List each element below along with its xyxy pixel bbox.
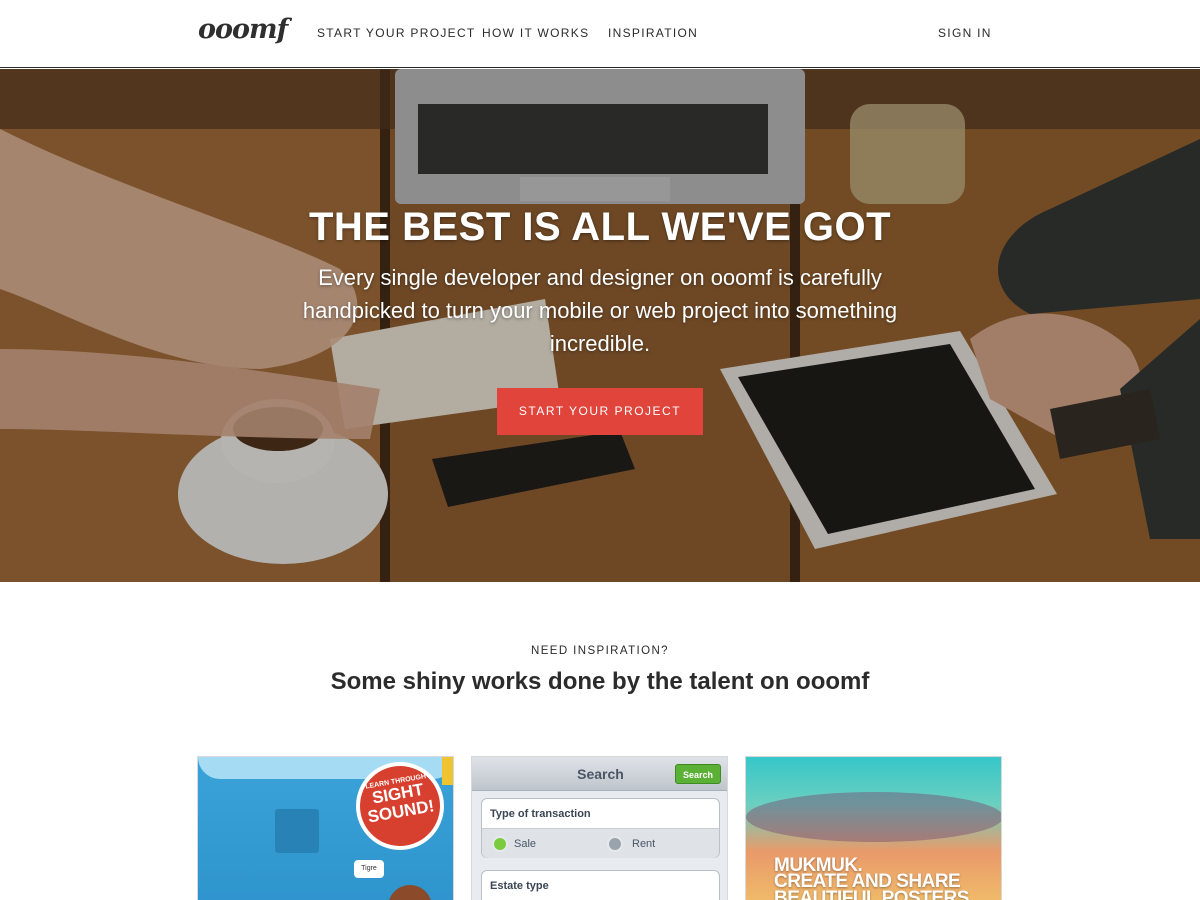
start-your-project-button[interactable]: START YOUR PROJECT [497,388,703,435]
work-card-search-app[interactable]: Search Search Type of transaction Sale R… [471,756,728,900]
poster-line-3: BEAUTIFUL POSTERS [774,888,969,900]
nav-how-it-works[interactable]: HOW IT WORKS [482,26,589,40]
top-nav: ooomf START YOUR PROJECT HOW IT WORKS IN… [0,0,1200,68]
character-illustration [388,885,432,900]
nav-start-your-project[interactable]: START YOUR PROJECT [317,26,476,40]
transaction-type-group: Type of transaction Sale Rent [481,798,720,858]
tile-decoration [275,809,319,853]
hero-subtitle: Every single developer and designer on o… [302,265,898,356]
option-rent: Rent [632,838,656,850]
estate-type-group: Estate type [481,870,720,900]
transaction-options: Sale Rent [482,828,719,858]
radio-selected-icon [492,836,508,852]
option-sale: Sale [514,838,537,850]
ribbon-decoration [442,757,453,785]
radio-unselected-icon [607,836,623,852]
logo[interactable]: ooomf [198,14,288,45]
nav-sign-in[interactable]: SIGN IN [938,26,992,40]
sunset-clouds [746,792,1001,842]
hero: THE BEST IS ALL WE'VE GOT Every single d… [0,69,1200,582]
nav-inspiration[interactable]: INSPIRATION [608,26,698,40]
work-card-mukmuk[interactable]: MUKMUK. CREATE AND SHARE BEAUTIFUL POSTE… [745,756,1002,900]
transaction-type-label: Type of transaction [490,808,591,820]
inspiration-title: Some shiny works done by the talent on o… [330,668,870,695]
sight-sound-badge: LEARN THROUGH SIGHT SOUND! [353,759,447,853]
speech-bubble: Tigre [354,860,384,878]
hero-title: THE BEST IS ALL WE'VE GOT [308,205,892,249]
inspiration-eyebrow: NEED INSPIRATION? [531,645,669,657]
app-search-button: Search [675,764,721,784]
work-card-learning-app[interactable]: LEARN THROUGH SIGHT SOUND! Tigre [197,756,454,900]
estate-type-label: Estate type [490,880,549,892]
